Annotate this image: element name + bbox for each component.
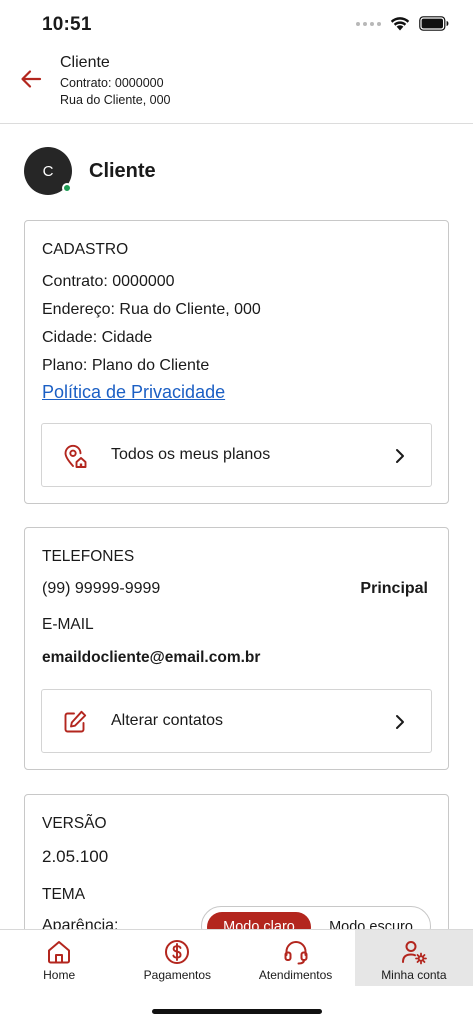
wifi-icon [390,17,410,31]
headset-icon [284,941,308,965]
privacy-policy-link[interactable]: Política de Privacidade [42,382,225,403]
home-indicator[interactable] [152,1009,322,1014]
status-time: 10:51 [42,14,92,35]
all-plans-label: Todos os meus planos [111,446,271,463]
contacts-card: TELEFONES (99) 99999-9999 Principal E-MA… [24,527,449,770]
bottom-navigation: Home Pagamentos Atendimentos Minha conta [0,929,473,986]
location-home-icon [64,444,87,468]
theme-title: TEMA [42,886,86,903]
phones-title: TELEFONES [42,548,135,565]
registration-address: Endereço: Rua do Cliente, 000 [42,301,261,318]
registration-city: Cidade: Cidade [42,329,153,346]
battery-icon [419,16,449,31]
registration-card: CADASTRO Contrato: 0000000 Endereço: Rua… [24,220,449,504]
user-settings-icon [401,941,427,965]
signal-icon [356,21,381,26]
nav-home[interactable]: Home [0,930,118,986]
appearance-label: Aparência: [42,917,119,929]
status-icons [356,16,449,31]
profile-header: C Cliente [24,147,156,195]
avatar-initial: C [42,162,54,180]
profile-name: Cliente [89,159,156,182]
all-plans-button[interactable]: Todos os meus planos [41,423,432,487]
nav-my-account[interactable]: Minha conta [354,930,473,986]
chevron-right-icon [396,449,404,463]
phone-number: (99) 99999-9999 [42,580,161,597]
chevron-right-icon [396,715,404,729]
edit-contacts-label: Alterar contatos [111,712,224,729]
dollar-circle-icon [165,940,190,964]
nav-payments[interactable]: Pagamentos [118,930,236,986]
email-address: emaildocliente@email.com.br [42,649,261,666]
phone-primary-tag: Principal [360,580,428,597]
page-header: Cliente Contrato: 0000000 Rua do Cliente… [0,52,473,124]
nav-home-label: Home [43,968,76,982]
home-icon [48,941,71,964]
version-title: VERSÃO [42,815,107,832]
avatar: C [24,147,72,195]
nav-support-label: Atendimentos [258,968,333,982]
bottom-safe-area [0,986,473,1024]
arrow-left-icon [21,70,42,88]
registration-title: CADASTRO [42,241,129,258]
back-button[interactable] [14,62,48,96]
header-title: Cliente [60,54,110,71]
app-info-card: VERSÃO 2.05.100 TEMA Aparência: Modo cla… [24,794,449,929]
edit-icon [64,710,87,733]
dark-mode-option[interactable]: Modo escuro [315,912,427,929]
email-title: E-MAIL [42,616,94,633]
nav-support[interactable]: Atendimentos [237,930,355,986]
header-address: Rua do Cliente, 000 [60,93,171,107]
nav-my-account-label: Minha conta [381,968,447,982]
registration-contract: Contrato: 0000000 [42,273,175,290]
theme-toggle[interactable]: Modo claro Modo escuro [201,906,431,929]
light-mode-option[interactable]: Modo claro [207,912,311,929]
nav-payments-label: Pagamentos [143,968,212,982]
edit-contacts-button[interactable]: Alterar contatos [41,689,432,753]
status-bar: 10:51 [0,0,473,50]
header-contract: Contrato: 0000000 [60,76,164,90]
version-number: 2.05.100 [42,847,109,866]
registration-plan: Plano: Plano do Cliente [42,357,210,374]
account-content[interactable]: C Cliente CADASTRO Contrato: 0000000 End… [0,125,473,929]
online-status-dot [62,183,72,193]
